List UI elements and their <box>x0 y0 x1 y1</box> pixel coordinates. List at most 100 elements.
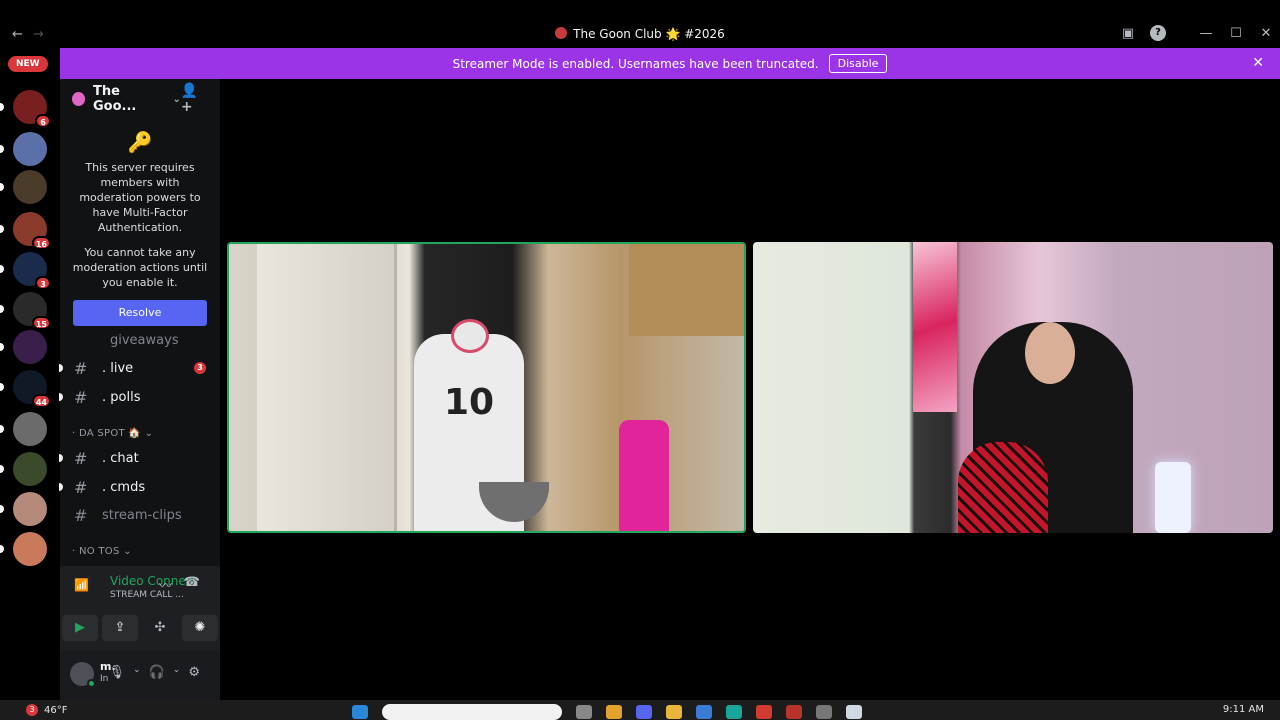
invite-people-icon[interactable]: 👤+ <box>181 83 208 115</box>
resolve-button[interactable]: Resolve <box>73 300 207 326</box>
channel-cmds[interactable]: # . cmds <box>59 473 220 501</box>
video-frame-plaid <box>958 442 1048 533</box>
server-icon[interactable] <box>13 170 47 204</box>
voice-connection-panel: 📶 Video Connected STREAM CALL ... 〰 ☎ ▶ … <box>60 566 220 650</box>
unread-indicator <box>0 183 4 191</box>
soundboard-button[interactable]: ✺ <box>182 615 218 641</box>
video-frame-cabinet <box>629 244 744 336</box>
chevron-down-icon[interactable]: ⌄ <box>173 665 181 680</box>
hash-icon: # <box>74 387 88 407</box>
server-icon[interactable]: 44 <box>13 370 51 408</box>
app-icon[interactable] <box>816 705 832 719</box>
guild-header[interactable]: The Goo... ⌄ 👤+ <box>60 79 220 119</box>
taskbar-search[interactable] <box>382 704 562 720</box>
server-icon[interactable]: 3 <box>13 252 51 290</box>
video-frame-lamp <box>1155 462 1191 533</box>
banner-close-icon[interactable]: ✕ <box>1252 55 1264 71</box>
weather-widget[interactable]: 3 46°F <box>26 704 67 716</box>
unread-indicator <box>0 305 4 313</box>
server-mention-badge: 16 <box>31 236 51 250</box>
settings-gear-icon[interactable]: ⚙ <box>188 665 200 680</box>
channel-name: giveaways <box>110 332 179 348</box>
app-icon[interactable] <box>606 705 622 719</box>
server-icon <box>555 27 568 39</box>
new-badge[interactable]: NEW <box>8 56 48 72</box>
minimize-icon[interactable]: — <box>1198 26 1214 41</box>
status-indicator <box>87 679 96 688</box>
channel-name: . chat <box>102 450 139 466</box>
video-frame-door <box>257 244 397 531</box>
channel-polls[interactable]: # . polls <box>59 383 220 411</box>
help-icon[interactable]: ? <box>1150 25 1166 41</box>
video-tile-1[interactable]: 10 <box>227 242 746 533</box>
hash-icon: # <box>74 358 88 378</box>
channel-name: . cmds <box>102 479 146 495</box>
unread-indicator <box>59 393 63 401</box>
chevron-down-icon: ⌄ <box>172 93 181 105</box>
noise-suppression-icon[interactable]: 〰 <box>159 575 172 594</box>
video-frame-face <box>1025 322 1075 384</box>
app-icon[interactable] <box>786 705 802 719</box>
screen-share-button[interactable]: ⇪ <box>102 615 138 641</box>
app-icon[interactable] <box>846 705 862 719</box>
video-stage: 10 <box>220 79 1280 700</box>
avatar[interactable] <box>70 662 96 688</box>
user-controls: 🎙 ⌄ 🎧 ⌄ ⚙ <box>109 665 200 680</box>
jersey-number: 10 <box>443 382 495 423</box>
channel-giveaways[interactable]: giveaways <box>60 331 220 349</box>
monitor-icon[interactable]: ▣ <box>1120 26 1136 41</box>
unread-indicator <box>0 145 4 153</box>
disable-button[interactable]: Disable <box>828 54 888 73</box>
camera-button[interactable]: ▶ <box>62 615 98 641</box>
unread-indicator <box>59 364 63 372</box>
signal-icon[interactable]: 📶 <box>74 578 89 592</box>
mfa-text-2: You cannot take any moderation actions u… <box>72 246 208 289</box>
server-icon[interactable] <box>13 452 47 486</box>
folder-icon[interactable] <box>666 705 682 719</box>
chevron-down-icon[interactable]: ⌄ <box>133 665 141 680</box>
server-icon[interactable]: 6 <box>13 90 51 128</box>
activity-button[interactable]: ✣ <box>142 615 178 641</box>
microphone-icon[interactable]: 🎙 <box>109 665 126 680</box>
server-icon[interactable] <box>13 132 47 166</box>
unread-indicator <box>0 545 4 553</box>
channel-stream-clips[interactable]: # stream-clips <box>60 501 220 529</box>
video-tile-2[interactable] <box>753 242 1273 533</box>
disconnect-icon[interactable]: ☎ <box>184 575 200 590</box>
close-icon[interactable]: ✕ <box>1258 26 1274 41</box>
unread-indicator <box>0 383 4 391</box>
task-view-icon[interactable] <box>576 705 592 719</box>
unread-indicator <box>59 483 63 491</box>
headset-icon[interactable]: 🎧 <box>149 665 165 680</box>
channel-chat[interactable]: # . chat <box>59 444 220 472</box>
unread-indicator <box>0 465 4 473</box>
maximize-icon[interactable]: ☐ <box>1228 26 1244 41</box>
window-title: The Goon Club 🌟 #2026 <box>0 27 1280 41</box>
server-mention-badge: 3 <box>35 276 51 290</box>
channel-name: . live <box>102 360 134 376</box>
server-icon[interactable] <box>13 492 47 526</box>
server-mention-badge: 15 <box>31 316 51 330</box>
unread-indicator <box>0 343 4 351</box>
channel-sidebar: The Goo... ⌄ 👤+ 🔑 This server requires m… <box>59 79 220 700</box>
edge-icon[interactable] <box>726 705 742 719</box>
start-icon[interactable] <box>352 705 368 719</box>
server-icon[interactable]: 16 <box>13 212 51 250</box>
taskbar-clock: 9:11 AM <box>1222 704 1264 715</box>
category-da-spot[interactable]: · DA SPOT 🏠 ⌄ <box>72 428 153 439</box>
server-icon[interactable] <box>13 532 47 566</box>
store-icon[interactable] <box>696 705 712 719</box>
category-no-tos[interactable]: · NO TOS ⌄ <box>72 546 132 557</box>
video-frame-bottle <box>619 420 669 531</box>
window-controls: ▣ ? — ☐ ✕ <box>1120 25 1274 41</box>
video-frame-tv <box>913 242 957 412</box>
channel-live[interactable]: # . live 3 <box>59 354 220 382</box>
server-icon[interactable]: 15 <box>13 292 51 330</box>
server-icon[interactable] <box>13 330 47 364</box>
discord-icon[interactable] <box>636 705 652 719</box>
server-icon[interactable] <box>13 412 47 446</box>
unread-indicator <box>0 265 4 273</box>
hash-icon: # <box>74 505 88 525</box>
guild-name: The Goo... <box>93 84 137 114</box>
chrome-icon[interactable] <box>756 705 772 719</box>
